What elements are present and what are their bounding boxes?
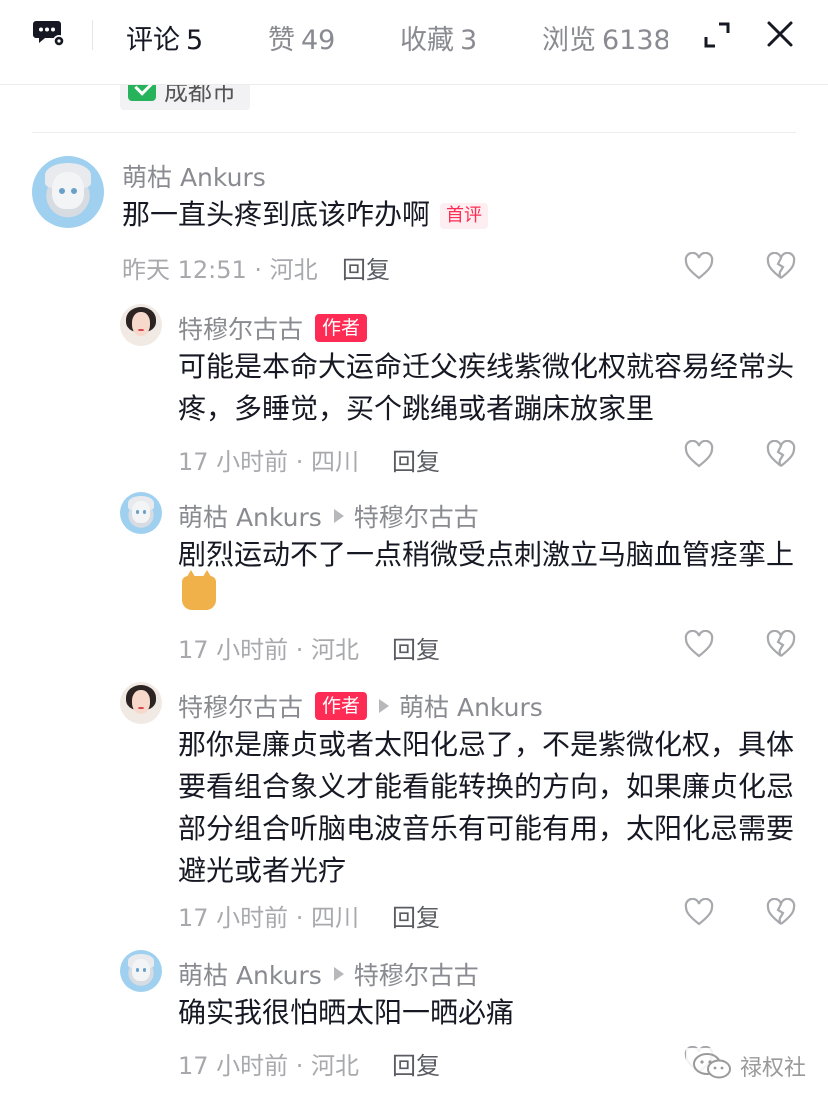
tab-likes[interactable]: 赞 49 [268, 18, 335, 57]
reply-button[interactable]: 回复 [342, 250, 390, 285]
reply-text: 确实我很怕晒太阳一晒必痛 [178, 996, 515, 1029]
cat-emoji-icon [182, 570, 216, 610]
heart-icon[interactable] [684, 898, 714, 926]
reply-username[interactable]: 特穆尔古古 作者 [178, 310, 368, 346]
reply-username[interactable]: 萌枯 Ankurs 特穆尔古古 [178, 956, 479, 992]
wechat-icon [693, 1053, 731, 1079]
broken-heart-icon[interactable] [766, 898, 796, 926]
reply-username[interactable]: 特穆尔古古 作者 萌枯 Ankurs [178, 688, 543, 724]
tab-comments[interactable]: 评论 5 [126, 18, 203, 57]
watermark: 禄权社 [686, 1048, 813, 1084]
tab-views[interactable]: 浏览 6138 [542, 18, 668, 57]
reply-arrow-icon [379, 699, 390, 713]
comment-meta: 昨天 12:51 · 河北 [122, 256, 318, 284]
expand-icon[interactable] [702, 20, 732, 50]
reply-text: 可能是本命大运命迁父疾线紫微化权就容易经常头疼，多睡觉，买个跳绳或者蹦床放家里 [178, 350, 795, 425]
reply-arrow-icon [333, 509, 344, 523]
reply-arrow-icon [333, 967, 344, 981]
broken-heart-icon[interactable] [766, 440, 796, 468]
message-settings-icon[interactable] [32, 18, 66, 48]
reply-meta: 17 小时前 · 河北 [178, 1052, 360, 1080]
broken-heart-icon[interactable] [766, 252, 796, 280]
comment-text: 那一直头疼到底该咋办啊 首评 [122, 194, 742, 236]
header-separator [92, 20, 93, 50]
author-badge: 作者 [315, 692, 368, 720]
reply-button[interactable]: 回复 [392, 1046, 440, 1081]
avatar[interactable] [120, 950, 162, 992]
avatar[interactable] [120, 304, 162, 346]
heart-icon[interactable] [684, 252, 714, 280]
heart-icon[interactable] [684, 440, 714, 468]
reply-text: 那你是廉贞或者太阳化忌了，不是紫微化权，具体要看组合象义才能看能转换的方向，如果… [178, 728, 795, 887]
broken-heart-icon[interactable] [766, 630, 796, 658]
reply-button[interactable]: 回复 [392, 898, 440, 933]
reply-meta: 17 小时前 · 四川 [178, 904, 360, 932]
heart-icon[interactable] [684, 630, 714, 658]
avatar[interactable] [120, 492, 162, 534]
tab-favorites[interactable]: 收藏 3 [400, 18, 477, 57]
reply-meta: 17 小时前 · 河北 [178, 636, 360, 664]
comment-username[interactable]: 萌枯 Ankurs [122, 158, 266, 194]
reply-button[interactable]: 回复 [392, 630, 440, 665]
section-divider [32, 132, 796, 133]
reply-username[interactable]: 萌枯 Ankurs 特穆尔古古 [178, 498, 479, 534]
first-comment-badge: 首评 [440, 203, 489, 229]
reply-meta: 17 小时前 · 四川 [178, 448, 360, 476]
avatar[interactable] [32, 156, 104, 228]
reply-text: 剧烈运动不了一点稍微受点刺激立马脑血管痉挛上 [178, 534, 798, 618]
comment-panel-header: 评论 5 赞 49 收藏 3 浏览 6138 [0, 0, 828, 85]
avatar[interactable] [120, 682, 162, 724]
reply-button[interactable]: 回复 [392, 442, 440, 477]
close-icon[interactable] [764, 18, 796, 50]
author-badge: 作者 [315, 314, 368, 342]
